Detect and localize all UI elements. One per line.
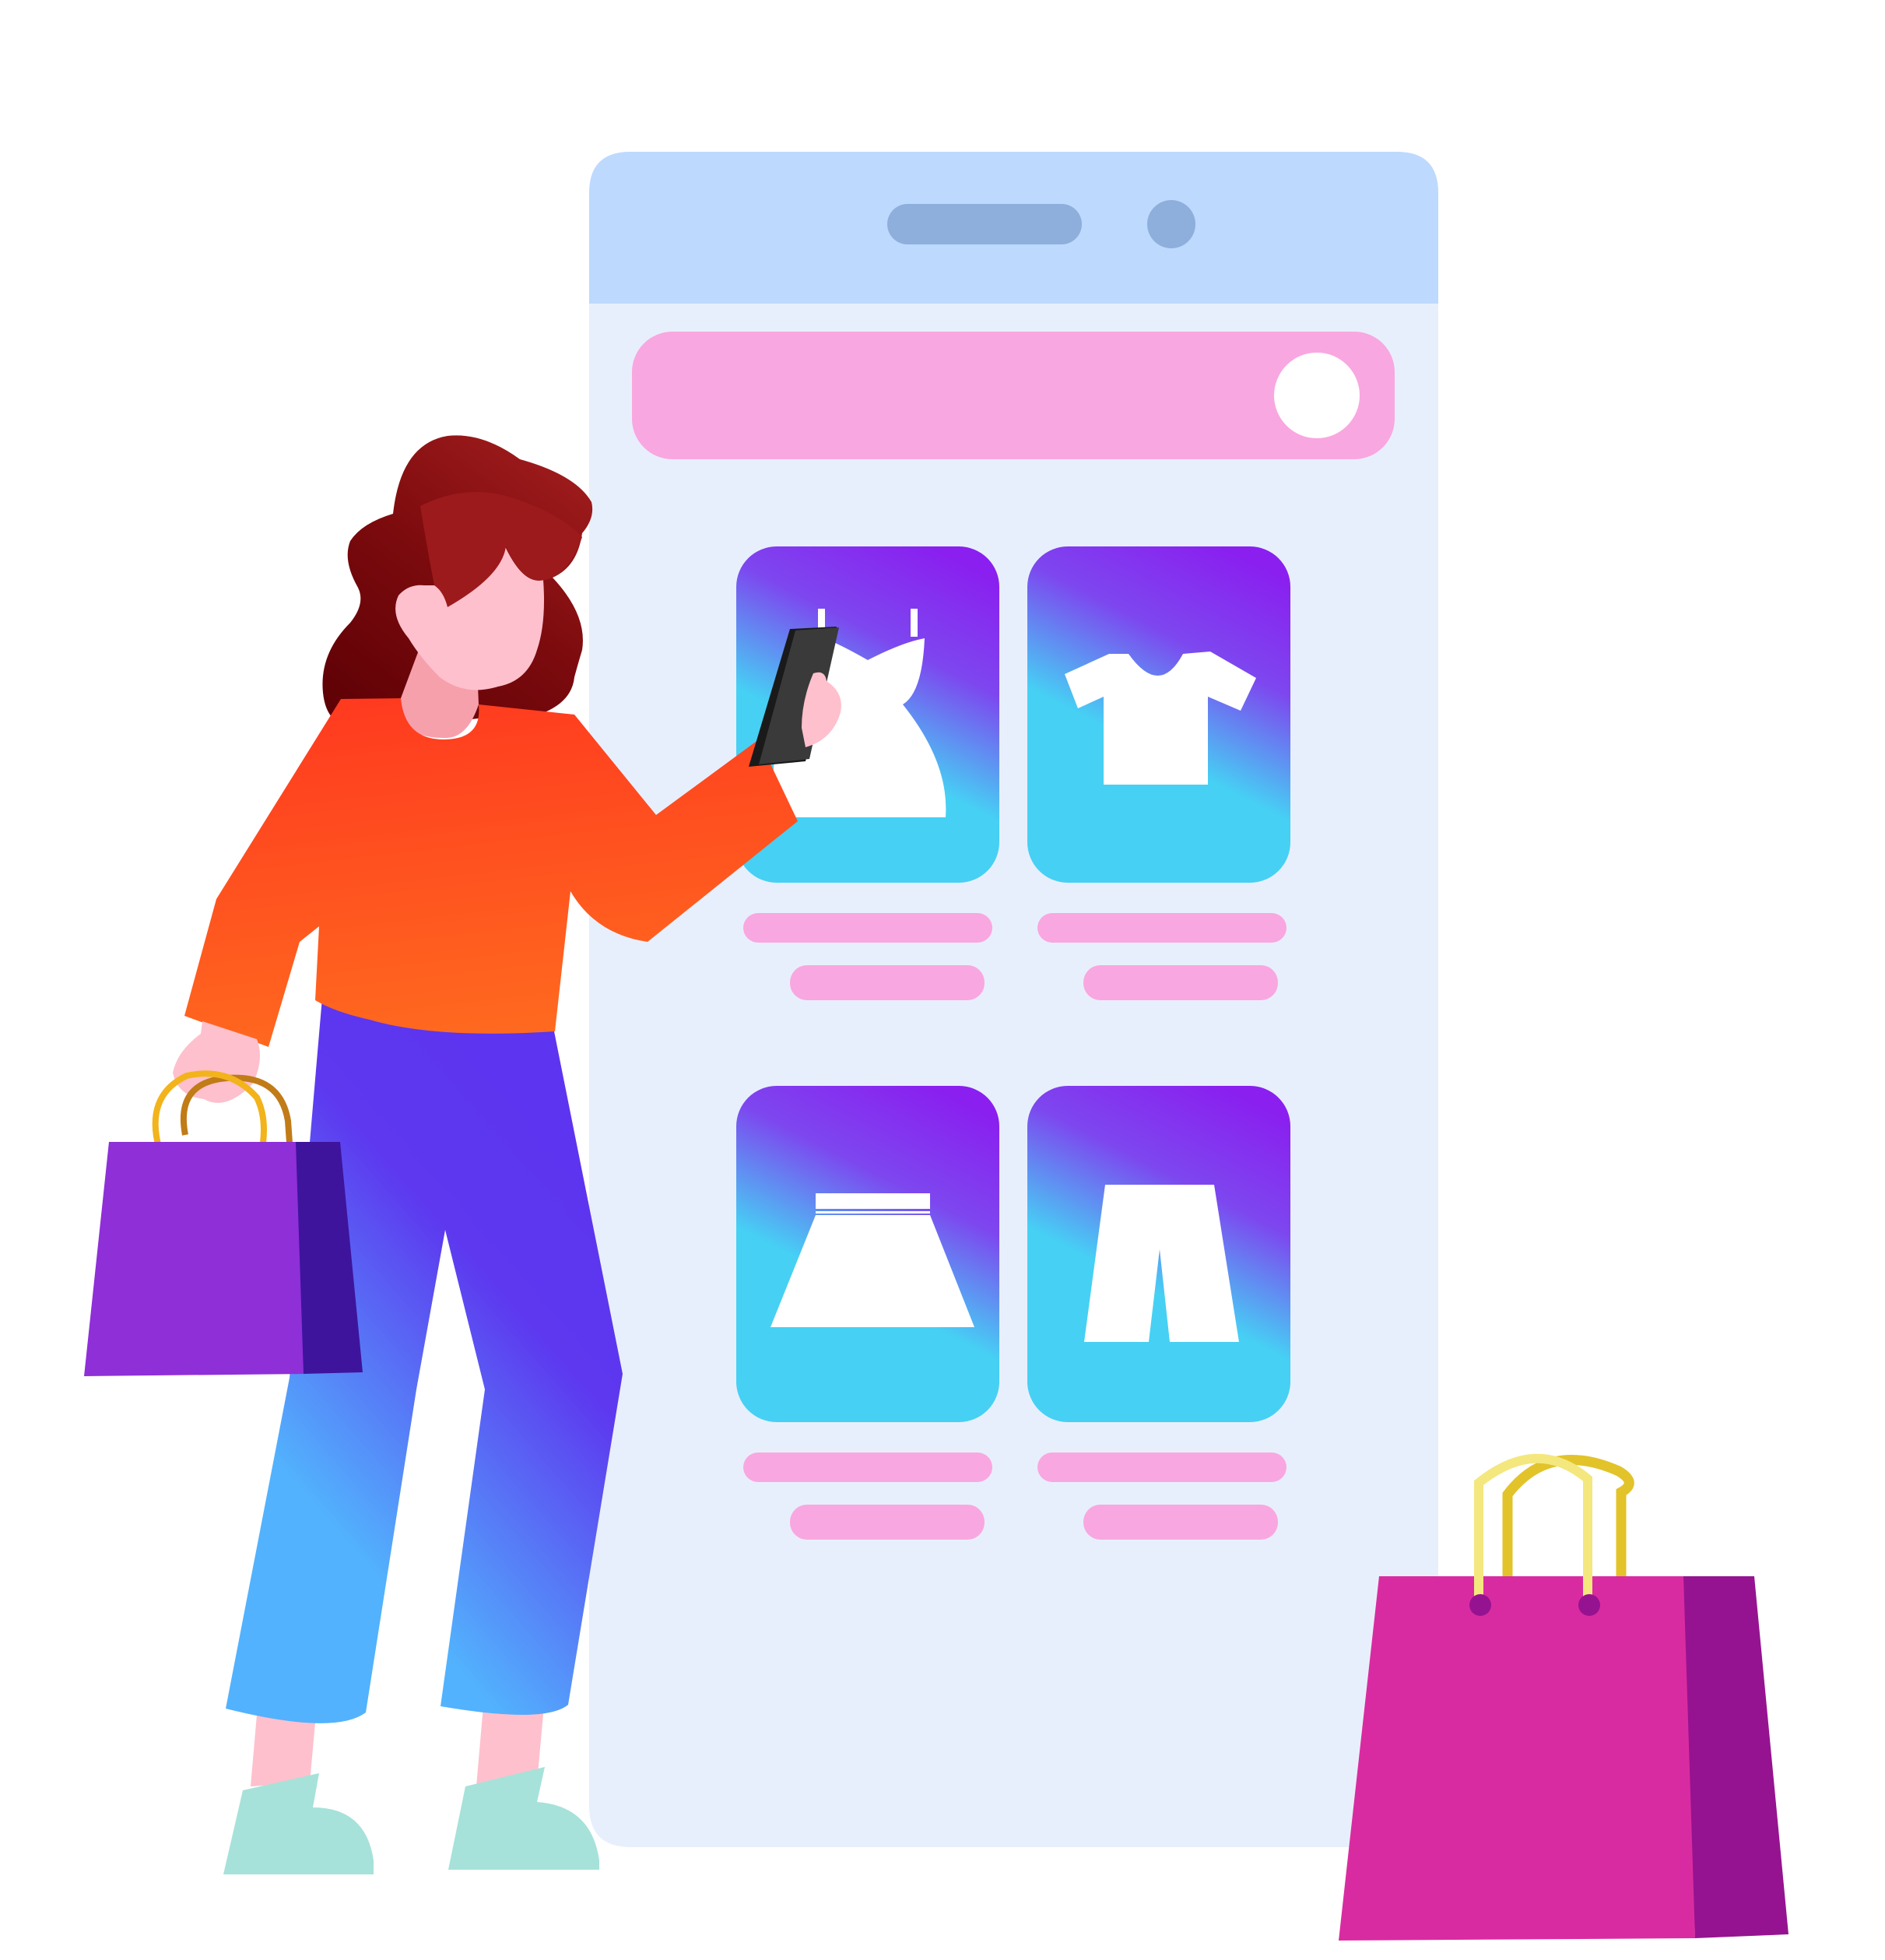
- shopping-illustration: [84, 152, 1788, 1941]
- search-bar[interactable]: [632, 332, 1395, 459]
- phone-speaker: [887, 204, 1082, 244]
- product-card-pants[interactable]: [1027, 1086, 1290, 1540]
- phone-camera: [1147, 200, 1195, 248]
- right-shoe: [448, 1767, 599, 1870]
- product-price-line: [790, 1505, 985, 1540]
- search-button[interactable]: [1274, 353, 1360, 438]
- product-title-line: [743, 1452, 992, 1482]
- bag-front: [1339, 1576, 1695, 1941]
- left-shoe: [223, 1773, 374, 1874]
- product-card-skirt[interactable]: [736, 1086, 999, 1540]
- product-title-line: [743, 913, 992, 943]
- product-title-line: [1037, 1452, 1287, 1482]
- bag-rivet: [1578, 1594, 1600, 1616]
- product-card-dress[interactable]: [736, 546, 999, 1000]
- product-card-tshirt[interactable]: [1027, 546, 1290, 1000]
- bag-handle-back: [1502, 1454, 1634, 1580]
- bag-front: [84, 1142, 304, 1376]
- bag-side: [1683, 1576, 1788, 1938]
- product-price-line: [1083, 1505, 1278, 1540]
- product-price-line: [790, 965, 985, 1000]
- product-title-line: [1037, 913, 1287, 943]
- bag-rivet: [1469, 1594, 1491, 1616]
- product-price-line: [1083, 965, 1278, 1000]
- phone-mockup: [589, 152, 1438, 1847]
